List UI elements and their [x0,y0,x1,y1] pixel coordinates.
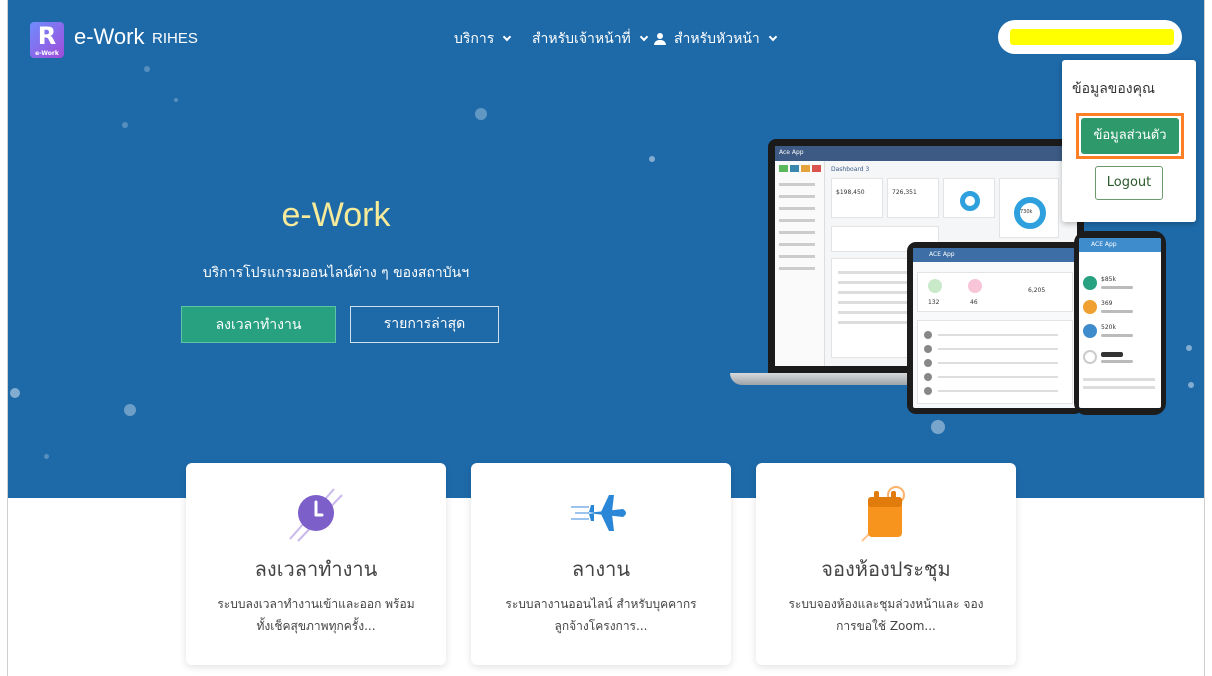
card-desc-line: ระบบลางานออนไลน์ สำหรับบุคคากร [505,597,697,611]
card-title: ลงเวลาทำงาน [254,557,378,581]
decor-dot [931,420,945,434]
airplane-icon [571,495,626,531]
decor-dot [174,98,178,102]
mockup-stat: $85k [1101,276,1116,283]
brand-name[interactable]: e-Work [74,24,145,50]
nav-label: บริการ [454,31,495,47]
logo-caption: e-Work [35,50,59,57]
service-card-meeting-room[interactable]: จองห้องประชุม ระบบจองห้องและชุมล่วงหน้าแ… [756,463,1016,665]
decor-dot [10,388,20,398]
mockup-stat: 46 [970,299,978,306]
nav-services[interactable]: บริการ [454,28,512,50]
mockup-stat: 730k [1020,209,1033,215]
mockup-stat: 520k [1101,324,1116,331]
decor-dot [124,404,136,416]
profile-button[interactable]: ข้อมูลส่วนตัว [1081,118,1179,154]
decor-dot [1186,345,1192,351]
card-desc-line: ลูกจ้างโครงการ... [554,619,648,633]
tablet-mockup: ACE App 132 46 6,205 [907,242,1083,414]
user-icon [654,33,666,45]
decor-dot [122,122,128,128]
mockup-app-title: Ace App [779,149,804,156]
nav-label: สำหรับหัวหน้า [674,31,760,47]
card-title: ลางาน [571,557,631,581]
card-title: จองห้องประชุม [821,557,951,581]
recent-items-button[interactable]: รายการล่าสุด [350,306,499,343]
mockup-stat: 6,205 [1028,287,1046,294]
decor-dot [44,454,49,459]
nav-label: สำหรับเจ้าหน้าที่ [532,31,631,47]
calendar-icon [861,486,905,542]
brand-subtitle: RIHES [152,30,198,47]
service-card-clock-in[interactable]: ลงเวลาทำงาน ระบบลงเวลาทำงานเข้าและออก พร… [186,463,446,665]
clock-icon [289,488,343,542]
decor-dot [649,156,655,162]
logout-button[interactable]: Logout [1095,166,1163,200]
dropdown-title: ข้อมูลของคุณ [1072,81,1155,97]
service-card-leave[interactable]: ลางาน ระบบลางานออนไลน์ สำหรับบุคคากร ลูก… [471,463,731,665]
user-dropdown-menu: ข้อมูลของคุณ ข้อมูลส่วนตัว Logout [1062,60,1196,222]
decor-dot [144,66,150,72]
card-description: ระบบลงเวลาทำงานเข้าและออก พร้อม ทั้งเช็ค… [204,593,428,637]
mockup-stat: 369 [1101,300,1113,307]
hero-section: Ace App Dashboard 3 $198,450 726,351 730… [8,0,1204,498]
card-description: ระบบจองห้องและชุมล่วงหน้าและ จอง การขอใช… [774,593,998,637]
mockup-app-title: ACE App [1091,241,1117,248]
window-border-left [0,0,8,676]
card-desc-line: ระบบจองห้องและชุมล่วงหน้าและ จอง [788,597,984,611]
decor-dot [475,108,487,120]
clock-in-button[interactable]: ลงเวลาทำงาน [181,306,336,343]
mockup-app-title: ACE App [929,251,955,258]
mockup-stat: 726,351 [892,189,917,196]
card-description: ระบบลางานออนไลน์ สำหรับบุคคากร ลูกจ้างโค… [489,593,713,637]
hero-title: e-Work [281,196,391,234]
user-account-button[interactable] [998,20,1182,54]
logo-letter: R [37,22,57,50]
nav-staff[interactable]: สำหรับเจ้าหน้าที่ [532,28,649,50]
phone-mockup: ACE App $85k 369 520k [1074,231,1166,415]
mockup-stat: $198,450 [836,189,865,196]
brand-logo[interactable]: R e-Work [30,22,64,58]
mockup-dashboard-title: Dashboard 3 [831,166,870,173]
redacted-username [1010,29,1174,45]
card-desc-line: ระบบลงเวลาทำงานเข้าและออก พร้อม [217,597,415,611]
card-desc-line: การขอใช้ Zoom... [836,619,936,633]
hero-subtitle: บริการโปรแกรมออนไลน์ต่าง ๆ ของสถาบันฯ [202,265,470,281]
chevron-down-icon [768,32,778,42]
chevron-down-icon [503,32,512,42]
decor-dot [1188,382,1194,388]
card-desc-line: ทั้งเช็คสุขภาพทุกครั้ง... [256,619,376,633]
window-border-right [1204,0,1212,676]
mockup-stat: 132 [928,299,940,306]
nav-supervisor[interactable]: สำหรับหัวหน้า [654,28,778,50]
chevron-down-icon [639,32,649,42]
